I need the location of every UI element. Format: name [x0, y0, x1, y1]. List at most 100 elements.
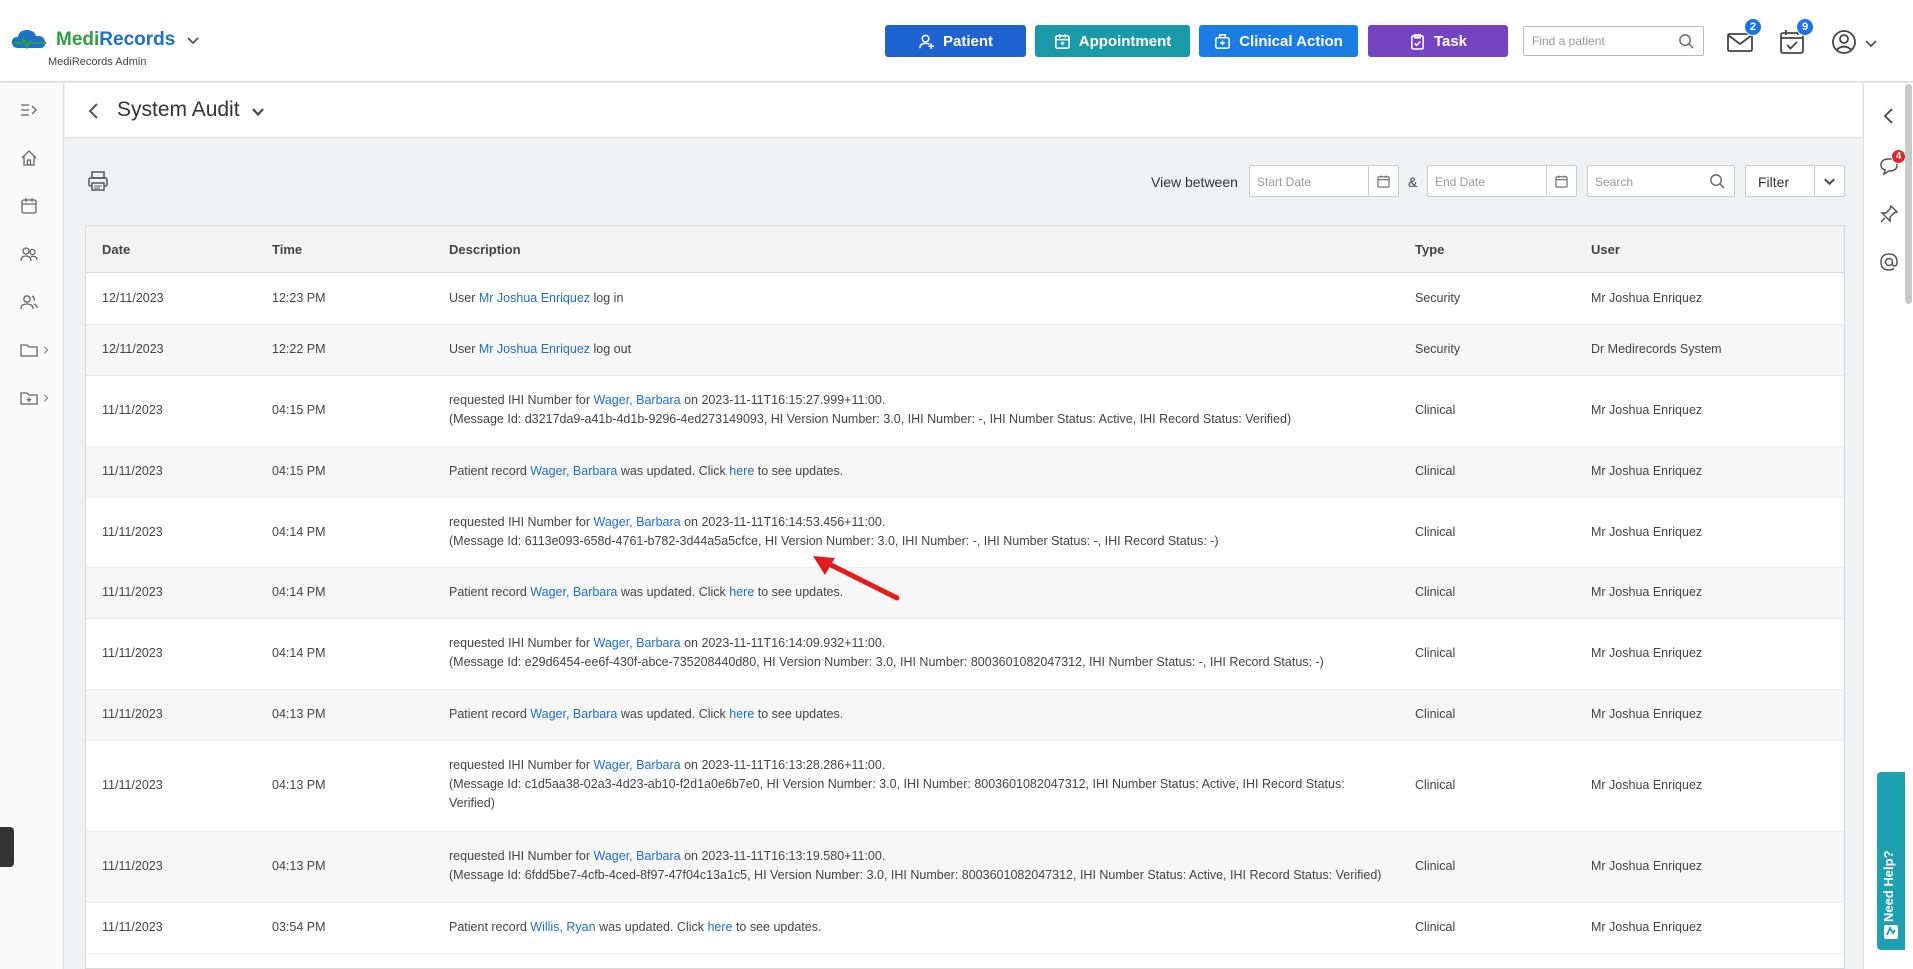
user-avatar-icon: [1832, 30, 1856, 54]
table-row[interactable]: 11/11/2023 04:14 PM Patient record Wager…: [86, 568, 1844, 619]
row-type: Clinical: [1415, 920, 1456, 934]
tasks-button[interactable]: 9: [1778, 18, 1814, 56]
mail-button[interactable]: 2: [1726, 18, 1762, 56]
row-description: Patient record Willis, Ryan was updated.…: [449, 920, 822, 934]
patient-link[interactable]: Wager, Barbara: [530, 707, 617, 721]
row-user: Mr Joshua Enriquez: [1591, 707, 1703, 721]
page-scrollbar[interactable]: [1905, 84, 1912, 304]
col-date[interactable]: Date: [102, 242, 130, 257]
row-date: 11/11/2023: [102, 525, 163, 539]
nav-folders[interactable]: [20, 338, 52, 362]
need-help-tab[interactable]: Need Help?: [1877, 772, 1905, 950]
nav-contacts[interactable]: [20, 290, 52, 314]
table-row[interactable]: 11/11/2023 04:14 PM requested IHI Number…: [86, 619, 1844, 690]
row-time: 04:15 PM: [272, 403, 326, 417]
row-description: requested IHI Number for Wager, Barbara …: [449, 393, 1292, 426]
user-link[interactable]: Mr Joshua Enriquez: [479, 342, 590, 356]
end-date-input[interactable]: End Date: [1427, 165, 1577, 197]
chat-button[interactable]: 4: [1878, 149, 1906, 177]
patient-link[interactable]: Wager, Barbara: [594, 515, 681, 529]
row-time: 04:14 PM: [272, 525, 326, 539]
nav-expand[interactable]: [20, 98, 52, 122]
nav-calendar[interactable]: [20, 194, 52, 218]
row-type: Clinical: [1415, 707, 1456, 721]
user-menu[interactable]: [1830, 28, 1878, 56]
cloud-logo-icon: [12, 30, 46, 50]
nav-add-folder[interactable]: [20, 386, 52, 410]
side-panel-handle[interactable]: [0, 827, 14, 867]
end-date-picker[interactable]: [1546, 166, 1576, 196]
appointment-button[interactable]: Appointment: [1035, 25, 1190, 57]
table-row[interactable]: 11/11/2023 04:15 PM requested IHI Number…: [86, 376, 1844, 447]
patient-link[interactable]: Willis, Ryan: [530, 920, 595, 934]
search-icon[interactable]: [1678, 33, 1695, 50]
col-type[interactable]: Type: [1415, 242, 1444, 257]
patient-link[interactable]: Wager, Barbara: [530, 464, 617, 478]
patient-button[interactable]: Patient: [885, 25, 1026, 57]
row-user: Mr Joshua Enriquez: [1591, 646, 1703, 660]
table-row[interactable]: 11/11/2023 03:54 PM Patient record Willi…: [86, 903, 1844, 954]
page-title: System Audit: [117, 98, 240, 121]
table-row[interactable]: 11/11/2023 04:14 PM requested IHI Number…: [86, 498, 1844, 568]
row-time: 04:15 PM: [272, 464, 326, 478]
at-sign-icon[interactable]: [1878, 251, 1900, 273]
chevron-down-icon[interactable]: [251, 105, 265, 119]
brand-subtitle: MediRecords Admin: [48, 56, 147, 68]
folder-icon: [20, 344, 38, 357]
row-description: Patient record Wager, Barbara was update…: [449, 707, 844, 721]
view-updates-link[interactable]: here: [729, 707, 754, 721]
row-user: Mr Joshua Enriquez: [1591, 778, 1703, 792]
audit-search-input[interactable]: Search: [1587, 165, 1735, 197]
view-updates-link[interactable]: here: [729, 464, 754, 478]
clinical-action-button[interactable]: Clinical Action: [1199, 25, 1358, 57]
row-description: Patient record Wager, Barbara was update…: [449, 585, 844, 599]
top-bar: MediRecords MediRecords Admin Patient Ap…: [0, 0, 1913, 82]
row-date: 11/11/2023: [102, 920, 163, 934]
audit-table: Date Time Description Type User 12/11/20…: [85, 225, 1845, 969]
filter-dropdown-toggle[interactable]: [1814, 166, 1844, 196]
brand-logo[interactable]: MediRecords: [10, 26, 201, 54]
view-updates-link[interactable]: here: [707, 920, 732, 934]
nav-patients[interactable]: [20, 242, 52, 266]
row-type: Clinical: [1415, 464, 1456, 478]
search-icon[interactable]: [1709, 173, 1726, 190]
col-time[interactable]: Time: [272, 242, 302, 257]
row-type: Clinical: [1415, 859, 1456, 873]
view-updates-link[interactable]: here: [729, 585, 754, 599]
table-row[interactable]: 11/11/2023 04:13 PM requested IHI Number…: [86, 832, 1844, 903]
col-user[interactable]: User: [1591, 242, 1620, 257]
row-type: Security: [1415, 342, 1461, 356]
table-row[interactable]: 12/11/2023 12:22 PM User Mr Joshua Enriq…: [86, 325, 1844, 376]
patient-link[interactable]: Wager, Barbara: [594, 758, 681, 772]
start-date-input[interactable]: Start Date: [1249, 165, 1399, 197]
patient-link[interactable]: Wager, Barbara: [594, 636, 681, 650]
filter-select[interactable]: Filter: [1745, 165, 1845, 197]
row-date: 11/11/2023: [102, 707, 163, 721]
back-arrow-icon[interactable]: [85, 101, 103, 121]
calendar-icon: [1377, 174, 1390, 188]
row-date: 11/11/2023: [102, 859, 163, 873]
row-type: Clinical: [1415, 525, 1456, 539]
table-row[interactable]: 11/11/2023 04:15 PM Patient record Wager…: [86, 447, 1844, 498]
table-row[interactable]: 11/11/2023 04:13 PM requested IHI Number…: [86, 741, 1844, 832]
table-row[interactable]: 12/11/2023 12:23 PM User Mr Joshua Enriq…: [86, 274, 1844, 325]
patient-link[interactable]: Wager, Barbara: [594, 849, 681, 863]
patient-link[interactable]: Wager, Barbara: [530, 585, 617, 599]
patient-link[interactable]: Wager, Barbara: [594, 393, 681, 407]
find-patient-input[interactable]: Find a patient: [1523, 26, 1704, 56]
user-link[interactable]: Mr Joshua Enriquez: [479, 291, 590, 305]
row-time: 04:13 PM: [272, 707, 326, 721]
row-description: requested IHI Number for Wager, Barbara …: [449, 515, 1219, 548]
table-row[interactable]: 11/11/2023 04:13 PM Patient record Wager…: [86, 690, 1844, 741]
start-date-picker[interactable]: [1368, 166, 1398, 196]
chevron-down-icon[interactable]: [185, 32, 201, 48]
pin-icon[interactable]: [1878, 203, 1900, 225]
chevron-right-icon: [44, 346, 49, 354]
row-time: 03:54 PM: [272, 920, 326, 934]
chevron-left-icon[interactable]: [1878, 105, 1900, 127]
row-time: 12:23 PM: [272, 291, 326, 305]
task-button[interactable]: Task: [1368, 25, 1508, 57]
nav-home[interactable]: [20, 146, 52, 170]
col-description[interactable]: Description: [449, 242, 521, 257]
printer-icon[interactable]: [87, 170, 109, 192]
